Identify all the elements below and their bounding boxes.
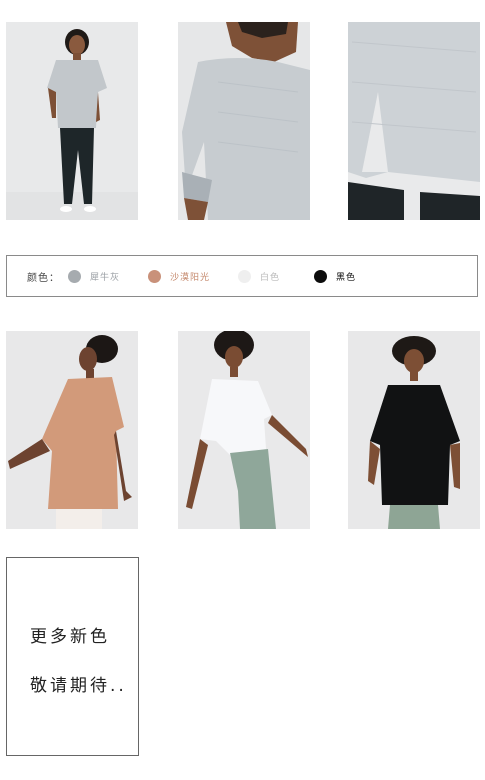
swatch-dot-icon <box>148 269 162 283</box>
more-colors-notice: 更多新色 敬请期待.. <box>6 557 139 756</box>
swatch-black[interactable]: 黑色 <box>314 269 357 283</box>
product-photo-grey-shoulder-detail <box>178 22 310 220</box>
swatch-rhino-grey[interactable]: 犀牛灰 <box>68 269 121 283</box>
color-label: 颜色： <box>27 272 60 284</box>
product-photo-desert-sun <box>6 331 138 529</box>
product-photo-grey-full <box>6 22 138 220</box>
swatch-dot-icon <box>238 269 252 283</box>
notice-line-more-colors: 更多新色 <box>30 627 110 647</box>
product-photo-grey-hem-detail <box>348 22 480 220</box>
swatch-desert-sun[interactable]: 沙漠阳光 <box>148 269 211 283</box>
notice-line-coming-soon: 敬请期待.. <box>30 676 127 696</box>
swatch-label: 沙漠阳光 <box>170 272 211 283</box>
swatch-dot-icon <box>68 269 81 283</box>
product-photo-black <box>348 331 480 529</box>
swatch-dot-icon <box>314 269 328 283</box>
swatch-label: 黑色 <box>336 272 357 283</box>
color-selector: 颜色： 犀牛灰 沙漠阳光 白色 黑色 <box>6 255 478 297</box>
product-photo-white <box>178 331 310 529</box>
swatch-white[interactable]: 白色 <box>238 269 281 283</box>
swatch-label: 白色 <box>260 272 281 283</box>
swatch-label: 犀牛灰 <box>90 272 121 283</box>
